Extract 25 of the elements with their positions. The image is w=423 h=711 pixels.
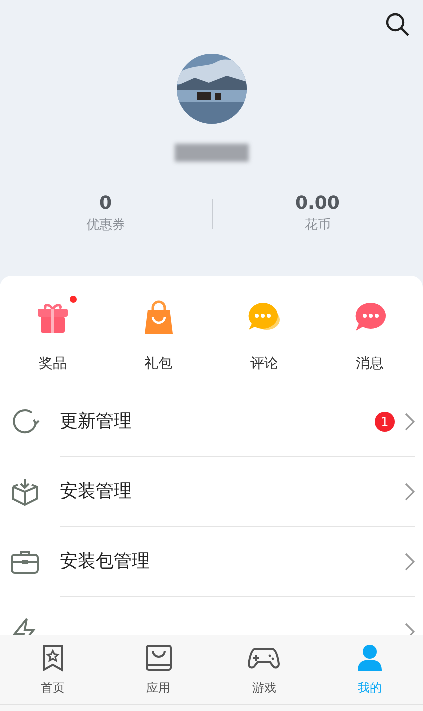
tab[interactable]: 游戏 [212,635,318,704]
stat-label: 花币 [304,217,331,235]
menu-item[interactable]: 安装包管理 [0,527,423,597]
tab[interactable]: 应用 [106,635,212,704]
chevron-right-icon [405,552,415,570]
menu-label: 安装管理 [60,480,132,504]
box-download-icon [10,477,40,507]
chevron-right-icon [405,412,415,430]
shortcut-button[interactable]: 评论 [212,298,318,375]
menu-item[interactable]: 更新管理 1 [0,387,423,457]
shortcut-button[interactable]: 礼包 [106,298,212,375]
search-icon [385,12,411,38]
bookmark-star-icon [40,644,65,672]
stat-label: 优惠券 [86,217,126,235]
menu-label: 安装包管理 [60,550,150,574]
count-badge: 1 [375,412,395,432]
stat-value: 0 [99,192,112,216]
menu-item[interactable]: 安装管理 [0,457,423,527]
chevron-right-icon [405,482,415,500]
stat-value: 0.00 [296,192,340,216]
shortcut-button[interactable]: 消息 [317,298,423,375]
shortcut-button[interactable]: 奖品 [0,298,106,375]
tab[interactable]: 首页 [0,635,106,704]
menu-label: 更新管理 [60,410,132,434]
person-icon [357,644,384,672]
